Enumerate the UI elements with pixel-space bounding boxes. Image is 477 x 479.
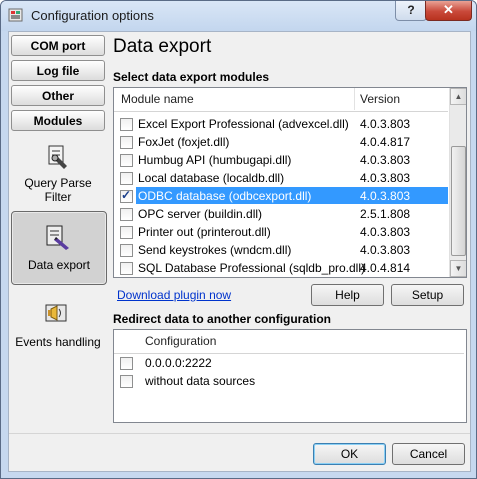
tab-com-port[interactable]: COM port [11, 35, 105, 56]
help-button[interactable]: Help [311, 284, 384, 306]
redirect-section-label: Redirect data to another configuration [113, 312, 332, 326]
title-bar[interactable]: Configuration options ? ✕ [1, 1, 476, 31]
list-item[interactable]: FoxJet (foxjet.dll) 4.0.4.817 [114, 133, 448, 150]
sidebar-item-events-handling[interactable]: Events handling [11, 299, 105, 349]
module-name: SQL Database Professional (sqldb_pro.dll… [138, 261, 366, 275]
redirect-checkbox[interactable] [120, 357, 133, 370]
module-version: 4.0.3.803 [360, 243, 411, 257]
tab-log-file[interactable]: Log file [11, 60, 105, 81]
column-version[interactable]: Version [360, 92, 400, 106]
list-item[interactable]: OPC server (buildin.dll) 2.5.1.808 [114, 205, 448, 222]
events-handling-icon [45, 304, 67, 322]
sidebar-item-data-export[interactable]: Data export [11, 211, 107, 285]
modules-list[interactable]: Module name Version Excel Export Profess… [113, 87, 467, 278]
sidebar-item-label: Query Parse Filter [24, 176, 92, 204]
module-checkbox-checked[interactable] [120, 188, 133, 203]
module-name: ODBC database (odbcexport.dll) [138, 189, 312, 203]
ok-button[interactable]: OK [313, 443, 386, 465]
download-plugin-link[interactable]: Download plugin now [117, 288, 231, 302]
list-item[interactable]: Local database (localdb.dll) 4.0.3.803 [114, 169, 448, 186]
data-export-icon [46, 225, 69, 250]
tab-other[interactable]: Other [11, 85, 105, 106]
sidebar: COM port Log file Other Modules Query Pa… [11, 35, 107, 435]
module-version: 2.5.1.808 [360, 207, 411, 221]
module-checkbox[interactable] [120, 208, 133, 221]
module-name: Humbug API (humbugapi.dll) [138, 153, 292, 167]
app-icon [8, 8, 23, 22]
module-checkbox[interactable] [120, 172, 133, 185]
client-area: COM port Log file Other Modules Query Pa… [8, 31, 471, 472]
module-name: Local database (localdb.dll) [138, 171, 285, 185]
module-name: OPC server (buildin.dll) [138, 207, 263, 221]
module-checkbox[interactable] [120, 136, 133, 149]
module-checkbox[interactable] [120, 226, 133, 239]
page-title: Data export [113, 36, 212, 57]
list-item[interactable]: Printer out (printerout.dll) 4.0.3.803 [114, 223, 448, 240]
list-item[interactable]: Humbug API (humbugapi.dll) 4.0.3.803 [114, 151, 448, 168]
scroll-up-arrow-icon[interactable]: ▲ [450, 88, 466, 105]
module-version: 4.0.3.803 [360, 117, 411, 131]
redirect-list-header: Configuration [114, 330, 464, 354]
cancel-button[interactable]: Cancel [392, 443, 465, 465]
module-version: 4.0.3.803 [360, 225, 411, 239]
list-item[interactable]: 0.0.0.0:2222 [114, 354, 464, 372]
window-title: Configuration options [31, 8, 154, 23]
vertical-scrollbar[interactable]: ▲ ▼ [449, 88, 466, 277]
module-name: Printer out (printerout.dll) [138, 225, 271, 239]
module-checkbox[interactable] [120, 154, 133, 167]
redirect-name: 0.0.0.0:2222 [145, 356, 212, 370]
scrollbar-thumb[interactable] [451, 146, 466, 256]
close-button[interactable]: ✕ [425, 1, 472, 21]
list-item[interactable]: SQL Database Professional (sqldb_pro.dll… [114, 259, 448, 276]
module-name: FoxJet (foxjet.dll) [138, 135, 230, 149]
tab-modules[interactable]: Modules [11, 110, 105, 131]
list-item[interactable]: Excel Export Professional (advexcel.dll)… [114, 115, 448, 132]
module-name: Send keystrokes (wndcm.dll) [138, 243, 292, 257]
module-version: 4.0.3.803 [360, 189, 411, 203]
sidebar-item-label: Data export [27, 258, 91, 272]
help-title-button[interactable]: ? [395, 1, 427, 21]
redirect-list[interactable]: Configuration 0.0.0.0:2222 without data … [113, 329, 467, 423]
footer-divider [9, 433, 470, 434]
sidebar-item-query-parse-filter[interactable]: Query Parse Filter [11, 136, 105, 206]
list-item-selected[interactable]: ODBC database (odbcexport.dll) 4.0.3.803 [114, 187, 448, 204]
column-configuration[interactable]: Configuration [145, 334, 216, 348]
sidebar-item-label: Events handling [15, 335, 101, 349]
module-version: 4.0.3.803 [360, 171, 411, 185]
module-checkbox[interactable] [120, 244, 133, 257]
modules-list-header: Module name Version [114, 88, 448, 112]
module-version: 4.0.3.803 [360, 153, 411, 167]
scroll-down-arrow-icon[interactable]: ▼ [450, 260, 466, 277]
redirect-name: without data sources [145, 374, 256, 388]
configuration-options-window: Configuration options ? ✕ COM port Log f… [0, 0, 477, 479]
module-version: 4.0.4.814 [360, 261, 411, 275]
list-item[interactable]: without data sources [114, 372, 464, 390]
setup-button[interactable]: Setup [391, 284, 464, 306]
redirect-checkbox[interactable] [120, 375, 133, 388]
module-checkbox[interactable] [120, 118, 133, 131]
column-module-name[interactable]: Module name [121, 92, 194, 106]
module-version: 4.0.4.817 [360, 135, 411, 149]
module-checkbox[interactable] [120, 262, 133, 275]
list-item[interactable]: Send keystrokes (wndcm.dll) 4.0.3.803 [114, 241, 448, 258]
module-name: Excel Export Professional (advexcel.dll) [138, 117, 349, 131]
query-parse-filter-icon [48, 145, 67, 169]
modules-section-label: Select data export modules [113, 70, 270, 84]
column-separator[interactable] [354, 88, 355, 110]
